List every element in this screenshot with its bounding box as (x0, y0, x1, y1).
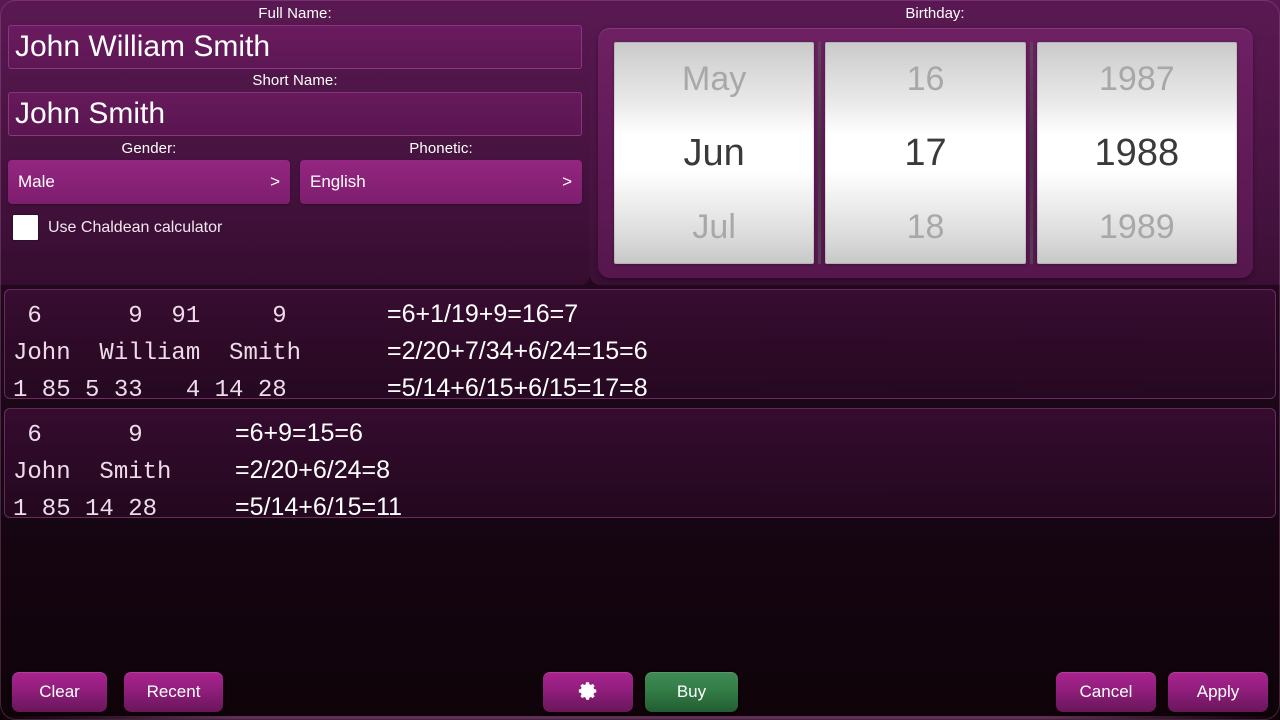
result-equation: =5/14+6/15=11 (235, 493, 403, 521)
result-row: John Smith =2/20+6/24=8 (13, 452, 1267, 489)
result-row: John William Smith =2/20+7/34+6/24=15=6 (13, 333, 1267, 370)
year-wheel-selected[interactable]: 1988 (1037, 116, 1237, 190)
month-wheel-prev[interactable]: May (614, 42, 814, 116)
clear-button[interactable]: Clear (12, 672, 107, 712)
result-row: 6 9 =6+9=15=6 (13, 415, 1267, 452)
phonetic-label: Phonetic: (409, 140, 473, 157)
birthday-wheels: May Jun Jul 16 17 18 1987 1988 1989 (614, 42, 1237, 264)
buy-button[interactable]: Buy (645, 672, 738, 712)
day-wheel-next[interactable]: 18 (825, 190, 1025, 264)
result-row: 6 9 91 9 =6+1/19+9=16=7 (13, 296, 1267, 333)
month-wheel-selected[interactable]: Jun (614, 116, 814, 190)
apply-button[interactable]: Apply (1168, 672, 1268, 712)
full-name-input[interactable]: John William Smith (8, 25, 582, 69)
settings-button[interactable] (543, 672, 633, 712)
gender-label: Gender: (121, 140, 177, 157)
chevron-right-icon: > (270, 172, 280, 191)
birthday-label: Birthday: (905, 5, 965, 22)
month-wheel-next[interactable]: Jul (614, 190, 814, 264)
name-form-panel: Full Name: John William Smith Short Name… (0, 0, 590, 285)
day-wheel[interactable]: 16 17 18 (825, 42, 1026, 264)
chaldean-checkbox[interactable] (12, 214, 39, 241)
wheel-divider (1029, 42, 1033, 264)
year-wheel[interactable]: 1987 1988 1989 (1036, 42, 1237, 264)
result-digit-sums: 1 85 14 28 (13, 496, 158, 523)
phonetic-select[interactable]: English > (300, 160, 582, 204)
day-wheel-selected[interactable]: 17 (825, 116, 1025, 190)
year-wheel-prev[interactable]: 1987 (1037, 42, 1237, 116)
year-wheel-next[interactable]: 1989 (1037, 190, 1237, 264)
gender-select[interactable]: Male > (8, 160, 290, 204)
short-name-result-panel: 6 9 =6+9=15=6 John Smith =2/20+6/24=8 1 … (4, 408, 1276, 523)
birthday-panel: Birthday: May Jun Jul 16 17 18 1987 1988… (590, 0, 1280, 285)
cancel-button[interactable]: Cancel (1056, 672, 1156, 712)
gender-phonetic-labels-row: Gender: Phonetic: (8, 137, 582, 159)
gender-select-value: Male (18, 172, 55, 191)
wheel-divider (818, 42, 822, 264)
result-equation: =5/14+6/15+6/15=17=8 (387, 374, 648, 402)
chevron-right-icon: > (562, 172, 572, 191)
full-name-label: Full Name: (258, 5, 332, 22)
month-wheel[interactable]: May Jun Jul (614, 42, 815, 264)
result-row: 1 85 14 28 =5/14+6/15=11 (13, 489, 1267, 526)
phonetic-select-value: English (310, 172, 366, 191)
short-name-label: Short Name: (252, 72, 338, 89)
gear-icon (578, 682, 597, 700)
gender-phonetic-selects-row: Male > English > (8, 160, 582, 204)
bottom-button-bar: Clear Recent Buy Cancel Apply (0, 664, 1280, 720)
result-row: 1 85 5 33 4 14 28 =5/14+6/15+6/15=17=8 (13, 370, 1267, 407)
result-equation: =2/20+7/34+6/24=15=6 (387, 337, 648, 365)
result-name-parts: John William Smith (13, 340, 302, 367)
chaldean-checkbox-row[interactable]: Use Chaldean calculator (8, 214, 582, 241)
result-equation: =6+9=15=6 (235, 419, 363, 447)
result-equation: =6+1/19+9=16=7 (387, 300, 579, 328)
result-equation: =2/20+6/24=8 (235, 456, 391, 484)
full-name-result-panel: 6 9 91 9 =6+1/19+9=16=7 John William Smi… (4, 289, 1276, 404)
result-name-parts: John Smith (13, 459, 172, 486)
short-name-input[interactable]: John Smith (8, 92, 582, 136)
result-letters-values: 6 9 91 9 (13, 303, 287, 330)
recent-button[interactable]: Recent (124, 672, 223, 712)
birthday-picker-frame: May Jun Jul 16 17 18 1987 1988 1989 (598, 28, 1253, 278)
result-digit-sums: 1 85 5 33 4 14 28 (13, 377, 287, 404)
day-wheel-prev[interactable]: 16 (825, 42, 1025, 116)
app-root: Full Name: John William Smith Short Name… (0, 0, 1280, 720)
result-letters-values: 6 9 (13, 422, 143, 449)
chaldean-checkbox-label: Use Chaldean calculator (48, 218, 223, 236)
